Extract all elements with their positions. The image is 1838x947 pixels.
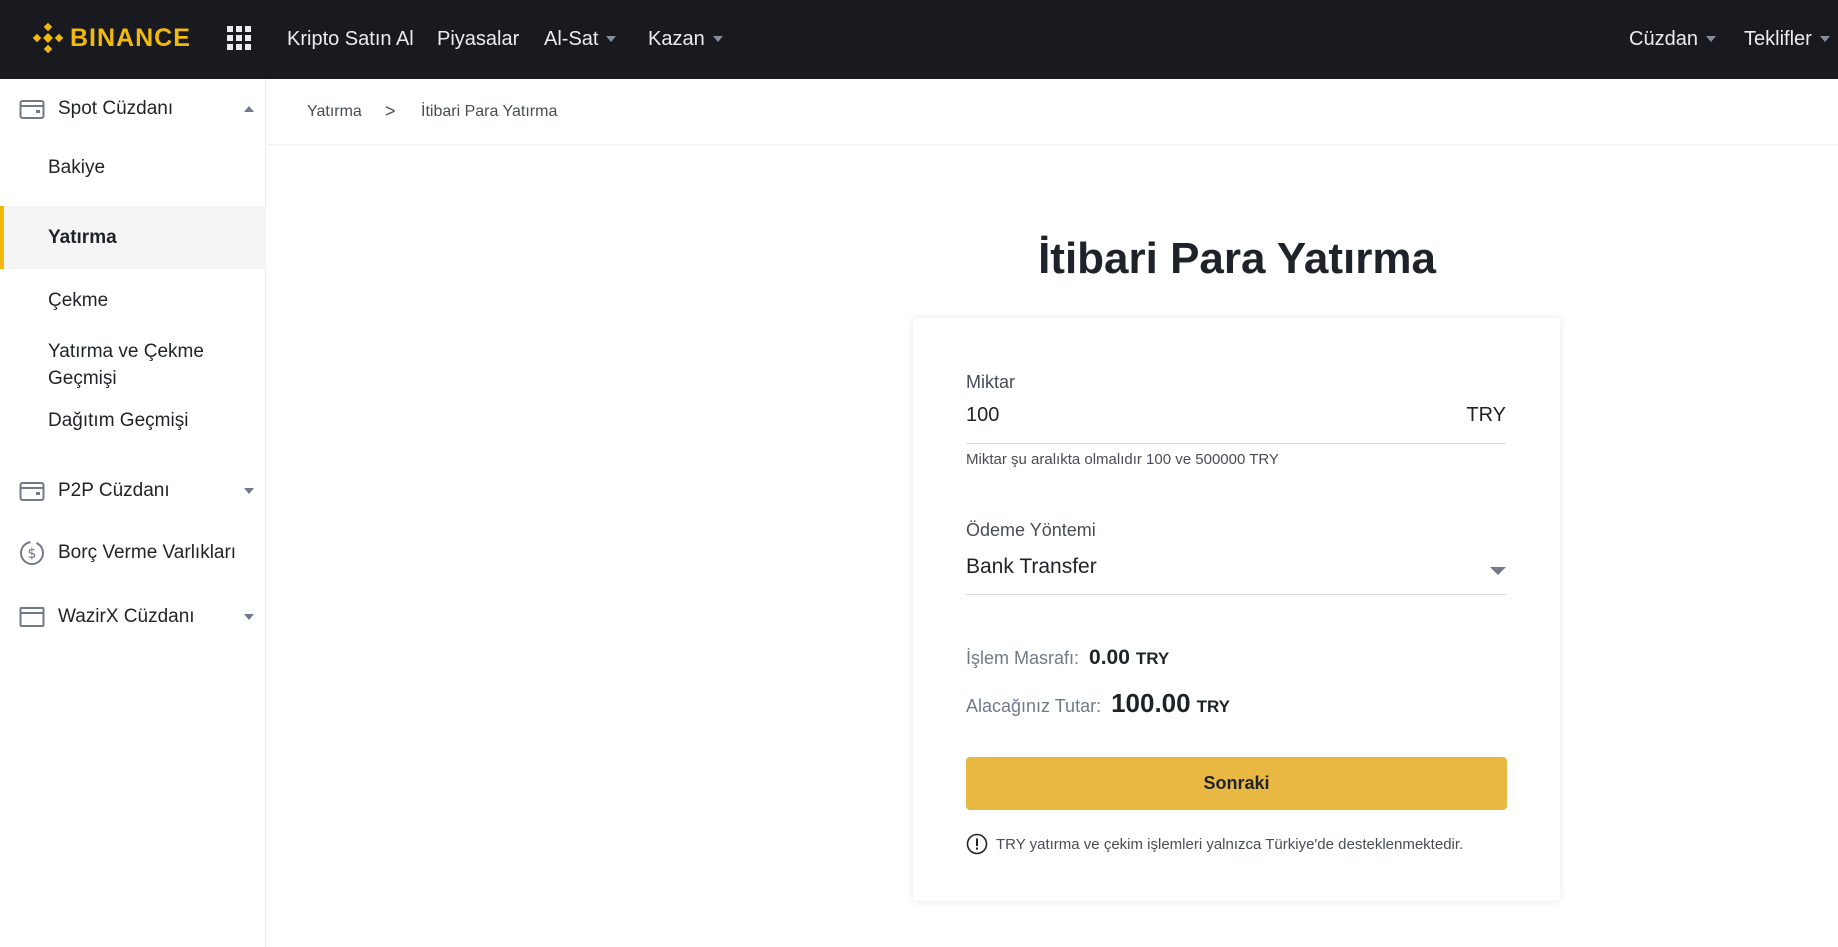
logo-text: BINANCE: [70, 23, 191, 52]
nav-wallet-label: Cüzdan: [1629, 28, 1698, 50]
sidebar-item-label: Yatırma: [48, 227, 117, 248]
deposit-form-card: Miktar TRY Miktar şu aralıkta olmalıdır …: [913, 318, 1560, 901]
sidebar-group-label: Spot Cüzdanı: [58, 98, 174, 119]
amount-input[interactable]: [966, 404, 1366, 427]
nav-buy-crypto-label: Kripto Satın Al: [287, 28, 414, 50]
sidebar-item-label: Bakiye: [48, 156, 106, 178]
sidebar-group-label: Borç Verme Varlıkları: [58, 542, 237, 563]
amount-field[interactable]: TRY: [966, 404, 1506, 444]
receive-currency: TRY: [1196, 697, 1230, 716]
region-notice: TRY yatırma ve çekim işlemleri yalnızca …: [966, 833, 1463, 855]
sidebar-item-label: Çekme: [48, 289, 109, 311]
sidebar-group-wazirx-wallet[interactable]: WazirX Cüzdanı: [0, 591, 266, 643]
nav-wallet[interactable]: Cüzdan: [1629, 24, 1716, 54]
wallet-icon: [18, 95, 46, 123]
nav-trade[interactable]: Al-Sat: [544, 24, 617, 54]
nav-offers[interactable]: Teklifler: [1744, 24, 1830, 54]
amount-range-hint: Miktar şu aralıkta olmalıdır 100 ve 5000…: [966, 451, 1279, 468]
dollar-coin-icon: $: [18, 539, 46, 567]
sidebar-item-label: Yatırma ve Çekme Geçmişi: [48, 341, 204, 389]
receive-row: Alacağınız Tutar: 100.00 TRY: [966, 688, 1230, 719]
chevron-down-icon: [606, 36, 617, 42]
sidebar-group-p2p-wallet[interactable]: P2P Cüzdanı: [0, 465, 266, 517]
payment-method-select[interactable]: Bank Transfer: [966, 555, 1506, 595]
fee-row: İşlem Masrafı: 0.00 TRY: [966, 646, 1169, 670]
payment-method-value: Bank Transfer: [966, 555, 1097, 578]
sidebar-item-history[interactable]: Yatırma ve Çekme Geçmişi: [0, 337, 266, 393]
sidebar-group-spot-wallet[interactable]: Spot Cüzdanı: [0, 83, 266, 135]
sidebar-item-label: Dağıtım Geçmişi: [48, 409, 189, 431]
fee-value: 0.00: [1089, 646, 1130, 669]
nav-earn-label: Kazan: [648, 28, 705, 50]
binance-logo[interactable]: BINANCE: [32, 20, 191, 56]
chevron-down-icon: [712, 36, 723, 42]
card-wallet-icon: [18, 603, 46, 631]
page-title: İtibari Para Yatırma: [1038, 234, 1436, 283]
nav-markets-label: Piyasalar: [437, 28, 520, 50]
sidebar-item-deposit[interactable]: Yatırma: [0, 206, 266, 269]
sidebar-group-label: P2P Cüzdanı: [58, 480, 170, 501]
amount-label: Miktar: [966, 372, 1015, 392]
sidebar-group-lending-assets[interactable]: $ Borç Verme Varlıkları: [0, 527, 266, 579]
breadcrumb: Yatırma > İtibari Para Yatırma: [267, 79, 1838, 145]
breadcrumb-deposit-link[interactable]: Yatırma: [307, 103, 362, 121]
sidebar-item-distribution-history[interactable]: Dağıtım Geçmişi: [0, 399, 266, 441]
notice-text: TRY yatırma ve çekim işlemleri yalnızca …: [996, 835, 1464, 853]
nav-buy-crypto[interactable]: Kripto Satın Al: [287, 24, 414, 54]
sidebar-item-balance[interactable]: Bakiye: [0, 149, 266, 185]
chevron-down-icon: [1490, 567, 1506, 575]
sidebar-item-withdraw[interactable]: Çekme: [0, 279, 266, 321]
chevron-down-icon: [1705, 36, 1716, 42]
breadcrumb-current: İtibari Para Yatırma: [421, 102, 558, 120]
fee-currency: TRY: [1135, 649, 1170, 668]
wallet-icon: [18, 477, 46, 505]
nav-trade-label: Al-Sat: [544, 28, 599, 50]
chevron-down-icon: [244, 614, 254, 620]
amount-currency: TRY: [1466, 404, 1506, 426]
info-icon: [966, 833, 988, 855]
chevron-right-icon: >: [385, 101, 396, 121]
receive-label: Alacağınız Tutar:: [966, 696, 1102, 716]
chevron-down-icon: [1819, 36, 1830, 42]
next-button[interactable]: Sonraki: [966, 757, 1507, 810]
chevron-down-icon: [244, 488, 254, 494]
sidebar-group-label: WazirX Cüzdanı: [58, 606, 195, 627]
binance-logo-icon: [32, 22, 64, 54]
nav-markets[interactable]: Piyasalar: [437, 24, 519, 54]
nav-offers-label: Teklifler: [1744, 28, 1812, 50]
top-navigation: BINANCE Kripto Satın Al Piyasalar Al-Sat…: [0, 0, 1838, 79]
svg-text:$: $: [28, 546, 37, 562]
payment-method-label: Ödeme Yöntemi: [966, 520, 1096, 540]
chevron-up-icon: [244, 106, 254, 112]
sidebar: Spot Cüzdanı Bakiye Yatırma Çekme Yatırm…: [0, 79, 266, 947]
fee-label: İşlem Masrafı:: [966, 648, 1080, 668]
receive-value: 100.00: [1111, 688, 1191, 718]
apps-grid-icon[interactable]: [227, 26, 251, 50]
nav-earn[interactable]: Kazan: [648, 24, 723, 54]
